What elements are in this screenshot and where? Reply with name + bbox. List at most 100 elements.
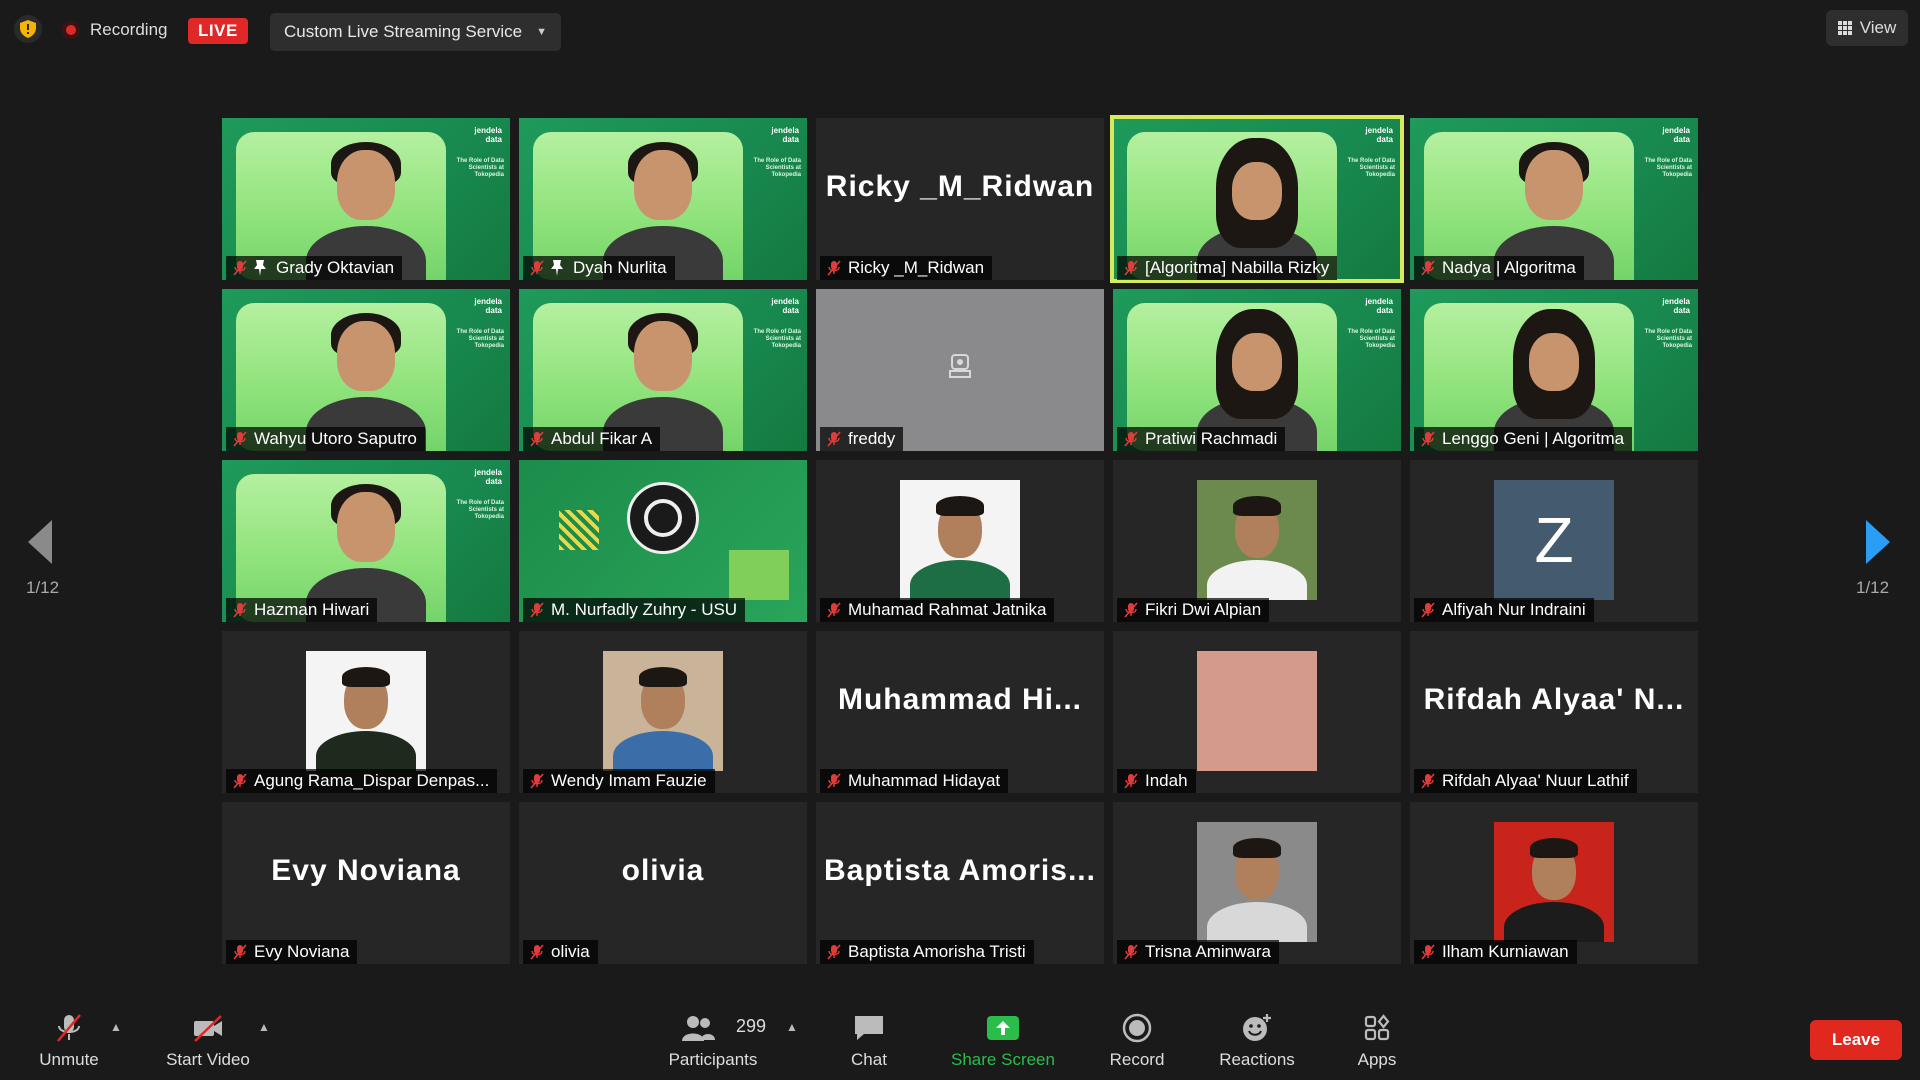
participant-display-name: olivia [621, 854, 705, 887]
participant-tile[interactable]: M. Nurfadly Zuhry - USU [519, 460, 807, 622]
participants-label: Participants [668, 1050, 758, 1069]
participant-name-label: Ricky _M_Ridwan [820, 256, 993, 280]
participant-name-label: Muhammad Hidayat [820, 769, 1009, 793]
participant-profile-photo [1197, 651, 1317, 771]
participant-name-label: Baptista Amorisha Tristi [820, 940, 1034, 964]
brand-logo: jendela data [474, 297, 502, 315]
muted-mic-icon [232, 944, 248, 960]
start-video-button[interactable]: Start Video [158, 1012, 258, 1076]
view-label: View [1859, 18, 1897, 37]
participant-name-label: Abdul Fikar A [523, 427, 661, 451]
participant-tile[interactable]: Indah [1113, 631, 1401, 793]
participant-tile[interactable]: jendela data The Role of Data Scientists … [519, 289, 807, 451]
participant-tile[interactable]: Baptista Amoris... Baptista Amorisha Tris… [816, 802, 1104, 964]
meeting-toolbar: Unmute ▲ Start Video ▲ Participants 299 … [0, 1002, 1920, 1080]
muted-mic-icon [826, 602, 842, 618]
participant-tile[interactable]: jendela data The Role of Data Scientists … [1410, 118, 1698, 280]
participant-tile[interactable]: jendela data The Role of Data Scientists … [1113, 289, 1401, 451]
participant-name-label: Ilham Kurniawan [1414, 940, 1577, 964]
chat-label: Chat [851, 1050, 887, 1069]
participant-tile[interactable]: Ricky _M_Ridwan Ricky _M_Ridwan [816, 118, 1104, 280]
audio-options-caret-icon[interactable]: ▲ [110, 1020, 122, 1034]
participant-name: Fikri Dwi Alpian [1145, 600, 1262, 619]
participant-tile[interactable]: Wendy Imam Fauzie [519, 631, 807, 793]
participant-tile[interactable]: Evy Noviana Evy Noviana [222, 802, 510, 964]
leave-button[interactable]: Leave [1810, 1020, 1902, 1060]
participant-tile[interactable]: Trisna Aminwara [1113, 802, 1401, 964]
participant-name: Ricky _M_Ridwan [848, 258, 985, 277]
muted-mic-icon [1123, 944, 1139, 960]
previous-page-arrow-icon[interactable] [28, 520, 52, 564]
video-options-caret-icon[interactable]: ▲ [258, 1020, 270, 1034]
participant-tile[interactable]: jendela data The Role of Data Scientists … [1410, 289, 1698, 451]
brand-subtitle: The Role of Data Scientists at Tokopedia [1644, 158, 1692, 178]
pattern-decoration [729, 550, 789, 600]
participant-name: Alfiyah Nur Indraini [1442, 600, 1586, 619]
muted-mic-icon [529, 260, 545, 276]
participant-display-name: Evy Noviana [271, 854, 461, 887]
participants-options-caret-icon[interactable]: ▲ [786, 1020, 798, 1034]
brand-logo: jendela data [474, 468, 502, 486]
participant-name-label: Nadya | Algoritma [1414, 256, 1584, 280]
participant-profile-photo [900, 480, 1020, 600]
participant-tile[interactable]: jendela data The Role of Data Scientists … [222, 289, 510, 451]
muted-mic-icon [826, 260, 842, 276]
participant-tile[interactable]: jendela data The Role of Data Scientists … [222, 460, 510, 622]
participant-tile[interactable]: Ilham Kurniawan [1410, 802, 1698, 964]
brand-logo: jendela data [1365, 297, 1393, 315]
participant-tile[interactable]: jendela data The Role of Data Scientists … [519, 118, 807, 280]
muted-mic-icon [51, 1012, 87, 1044]
participant-tile[interactable]: freddy [816, 289, 1104, 451]
next-page-arrow-icon[interactable] [1866, 520, 1890, 564]
apps-button[interactable]: Apps [1352, 1012, 1402, 1076]
participant-name-label: Pratiwi Rachmadi [1117, 427, 1286, 451]
live-badge[interactable]: LIVE [188, 18, 248, 44]
participant-tile[interactable]: Agung Rama_Dispar Denpas... [222, 631, 510, 793]
brand-logo: jendela data [1662, 297, 1690, 315]
participant-name: M. Nurfadly Zuhry - USU [551, 600, 738, 619]
participant-tile[interactable]: Rifdah Alyaa' N... Rifdah Alyaa' Nuur Lat… [1410, 631, 1698, 793]
participant-tile[interactable]: jendela data The Role of Data Scientists … [222, 118, 510, 280]
participant-display-name: Ricky _M_Ridwan [825, 170, 1095, 203]
participant-tile[interactable]: Muhammad Hi... Muhammad Hidayat [816, 631, 1104, 793]
reactions-label: Reactions [1219, 1050, 1295, 1069]
avatar-initial: Z [1494, 480, 1614, 600]
apps-icon [1359, 1012, 1395, 1044]
participant-profile-photo [1197, 480, 1317, 600]
muted-mic-icon [232, 431, 248, 447]
participant-name: Nadya | Algoritma [1442, 258, 1576, 277]
pin-icon [252, 259, 268, 277]
share-screen-button[interactable]: Share Screen [948, 1012, 1058, 1076]
obs-logo-icon [627, 482, 699, 554]
record-button[interactable]: Record [1106, 1012, 1168, 1076]
record-icon [1119, 1012, 1155, 1044]
unmute-button[interactable]: Unmute [30, 1012, 108, 1076]
participant-name-label: Fikri Dwi Alpian [1117, 598, 1270, 622]
security-shield-icon[interactable] [14, 15, 42, 43]
participant-tile[interactable]: olivia olivia [519, 802, 807, 964]
participant-tile[interactable]: Z Alfiyah Nur Indraini [1410, 460, 1698, 622]
participant-profile-photo [603, 651, 723, 771]
stream-service-label: Custom Live Streaming Service [284, 22, 523, 41]
brand-subtitle: The Role of Data Scientists at Tokopedia [753, 329, 801, 349]
muted-mic-icon [1420, 260, 1436, 276]
participant-name-label: olivia [523, 940, 598, 964]
reactions-button[interactable]: Reactions [1214, 1012, 1300, 1076]
chat-button[interactable]: Chat [846, 1012, 892, 1076]
muted-mic-icon [1123, 773, 1139, 789]
brand-subtitle: The Role of Data Scientists at Tokopedia [456, 329, 504, 349]
stream-service-dropdown[interactable]: Custom Live Streaming Service ▼ [270, 13, 561, 51]
participant-tile[interactable]: Fikri Dwi Alpian [1113, 460, 1401, 622]
participant-name: Ilham Kurniawan [1442, 942, 1569, 961]
apps-label: Apps [1357, 1050, 1397, 1069]
participant-tile[interactable]: Muhamad Rahmat Jatnika [816, 460, 1104, 622]
participant-name: Muhammad Hidayat [848, 771, 1001, 790]
brand-logo: jendela data [771, 297, 799, 315]
participant-name: Dyah Nurlita [573, 258, 667, 277]
muted-mic-icon [232, 260, 248, 276]
participant-tile[interactable]: jendela data The Role of Data Scientists … [1110, 115, 1404, 283]
participant-name: Wahyu Utoro Saputro [254, 429, 417, 448]
recording-indicator[interactable]: Recording [62, 15, 168, 45]
view-button[interactable]: View [1826, 10, 1908, 46]
muted-mic-icon [1420, 773, 1436, 789]
